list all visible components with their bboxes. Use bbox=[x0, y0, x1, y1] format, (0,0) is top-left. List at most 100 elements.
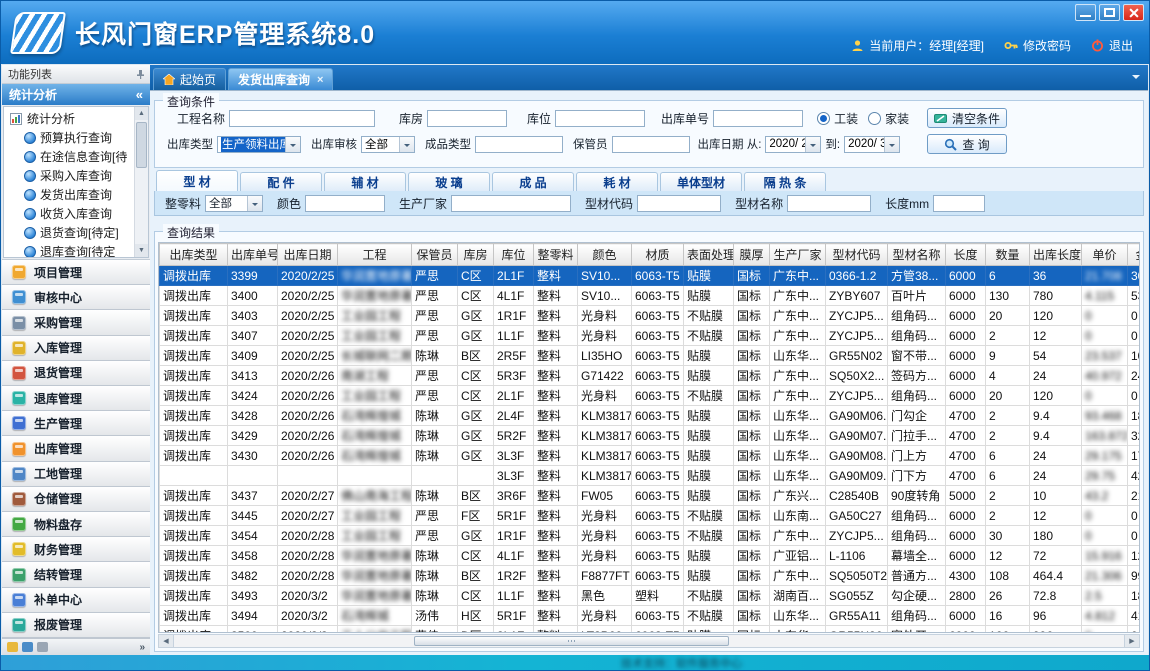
profile-name-input[interactable] bbox=[787, 195, 871, 212]
material-tab[interactable]: 成 品 bbox=[492, 172, 574, 191]
scroll-down-icon[interactable]: ▼ bbox=[135, 244, 148, 257]
tree-scrollbar-thumb[interactable] bbox=[136, 122, 147, 168]
table-row[interactable]: 调拨出库34292020/2/26石湾辉煌城陈琳G区5R2F整料KLM38176… bbox=[160, 426, 1141, 446]
location-input[interactable] bbox=[555, 110, 645, 127]
column-header[interactable]: 生产厂家 bbox=[770, 244, 826, 266]
window-icon[interactable] bbox=[37, 642, 48, 652]
material-tab[interactable]: 玻 璃 bbox=[408, 172, 490, 191]
column-header[interactable]: 型材代码 bbox=[826, 244, 888, 266]
date-from-picker[interactable]: 2020/ 2/16 bbox=[765, 136, 821, 153]
table-row[interactable]: 调拨出库34372020/2/27佛山南海工程陈琳B区3R6F整料FW05606… bbox=[160, 486, 1141, 506]
scroll-up-icon[interactable]: ▲ bbox=[135, 107, 148, 120]
column-header[interactable]: 材质 bbox=[632, 244, 684, 266]
product-type-input[interactable] bbox=[475, 136, 563, 153]
material-tab[interactable]: 单体型材 bbox=[660, 172, 742, 191]
column-header[interactable]: 出库单号 bbox=[228, 244, 278, 266]
tree-item[interactable]: 退库查询[待定 bbox=[4, 242, 148, 258]
table-row[interactable]: 调拨出库34132020/2/26南湖工程严思C区5R3F整料G71422606… bbox=[160, 366, 1141, 386]
column-header[interactable]: 单价 bbox=[1082, 244, 1128, 266]
tab-list-arrow-icon[interactable] bbox=[1132, 75, 1140, 83]
tree-root[interactable]: 统计分析 bbox=[4, 109, 148, 128]
sidebar-section-header[interactable]: 统计分析 « bbox=[2, 84, 150, 105]
material-tab[interactable]: 配 件 bbox=[240, 172, 322, 191]
column-header[interactable]: 膜厚 bbox=[734, 244, 770, 266]
sidebar-menu-item[interactable]: 仓储管理 bbox=[2, 487, 150, 512]
search-button[interactable]: 查 询 bbox=[927, 134, 1007, 154]
table-row[interactable]: 调拨出库34932020/3/2华润置地原著陈琳C区1L1F整料黑色塑料不贴膜国… bbox=[160, 586, 1141, 606]
chevron-right-icon[interactable]: » bbox=[139, 642, 145, 653]
scrollbar-thumb[interactable] bbox=[414, 636, 730, 646]
column-header[interactable]: 数量 bbox=[986, 244, 1030, 266]
table-row[interactable]: 调拨出库33992020/2/25华润置地原著严思C区2L1F整料SV10...… bbox=[160, 266, 1141, 286]
sidebar-menu-item[interactable]: 结转管理 bbox=[2, 562, 150, 587]
table-row[interactable]: 调拨出库34092020/2/25长城联网二期陈琳B区2R5F整料LI35HO6… bbox=[160, 346, 1141, 366]
sidebar-menu-item[interactable]: 项目管理 bbox=[2, 260, 150, 285]
sidebar-menu-item[interactable]: 审核中心 bbox=[2, 285, 150, 310]
tab-outbound-query[interactable]: 发货出库查询 × bbox=[228, 68, 333, 90]
sidebar-menu-item[interactable]: 工地管理 bbox=[2, 462, 150, 487]
sidebar-menu-item[interactable]: 采购管理 bbox=[2, 310, 150, 335]
change-password-button[interactable]: 修改密码 bbox=[1004, 37, 1071, 54]
order-no-input[interactable] bbox=[713, 110, 803, 127]
tree-item[interactable]: 退货查询[待定] bbox=[4, 223, 148, 242]
horizontal-scrollbar[interactable]: ◀ ▶ bbox=[158, 634, 1140, 648]
table-row[interactable]: 调拨出库34582020/2/28华润置地原著陈琳C区4L1F整料光身料6063… bbox=[160, 546, 1141, 566]
tab-close-icon[interactable]: × bbox=[317, 74, 323, 86]
table-row[interactable]: 调拨出库34072020/2/25工业园工程严思G区1L1F整料光身料6063-… bbox=[160, 326, 1141, 346]
tree-scrollbar[interactable]: ▲ ▼ bbox=[134, 107, 148, 257]
table-row[interactable]: 调拨出库34452020/2/27工业园工程严思F区5R1F整料光身料6063-… bbox=[160, 506, 1141, 526]
column-header[interactable]: 工程 bbox=[338, 244, 412, 266]
sidebar-menu-item[interactable]: 入库管理 bbox=[2, 336, 150, 361]
sidebar-menu-item[interactable]: 退货管理 bbox=[2, 361, 150, 386]
column-header[interactable]: 金额 bbox=[1128, 244, 1141, 266]
table-row[interactable]: 调拨出库34002020/2/25华润置地原著严思C区4L1F整料SV10...… bbox=[160, 286, 1141, 306]
sidebar-menu-item[interactable]: 报废管理 bbox=[2, 613, 150, 638]
clear-conditions-button[interactable]: 清空条件 bbox=[927, 108, 1007, 128]
pin-icon[interactable] bbox=[136, 70, 145, 79]
column-header[interactable]: 表面处理 bbox=[684, 244, 734, 266]
maximize-button[interactable] bbox=[1099, 4, 1120, 21]
radio-gongzhuang[interactable]: 工装 bbox=[817, 110, 858, 127]
table-row[interactable]: 调拨出库34822020/2/28华润置地原著陈琳B区1R2F整料F8877FT… bbox=[160, 566, 1141, 586]
zhengling-select[interactable]: 全部 bbox=[205, 195, 263, 212]
column-header[interactable]: 库位 bbox=[494, 244, 534, 266]
collapse-icon[interactable]: « bbox=[136, 87, 143, 102]
column-header[interactable]: 出库长度 bbox=[1030, 244, 1082, 266]
color-input[interactable] bbox=[305, 195, 385, 212]
sidebar-menu-item[interactable]: 出库管理 bbox=[2, 436, 150, 461]
tab-home[interactable]: 起始页 bbox=[153, 68, 226, 90]
tree-item[interactable]: 采购入库查询 bbox=[4, 166, 148, 185]
table-row[interactable]: 调拨出库35002020/3/3工人公共工程曹佳D区3L1F整料LT3P6060… bbox=[160, 626, 1141, 634]
column-header[interactable]: 保管员 bbox=[412, 244, 458, 266]
tree-item[interactable]: 发货出库查询 bbox=[4, 185, 148, 204]
tree-item[interactable]: 收货入库查询 bbox=[4, 204, 148, 223]
column-header[interactable]: 整零料 bbox=[534, 244, 578, 266]
column-header[interactable]: 型材名称 bbox=[888, 244, 946, 266]
sidebar-menu-item[interactable]: 财务管理 bbox=[2, 537, 150, 562]
audit-select[interactable]: 全部 bbox=[361, 136, 415, 153]
column-header[interactable]: 长度 bbox=[946, 244, 986, 266]
maker-input[interactable] bbox=[451, 195, 571, 212]
table-row[interactable]: 调拨出库34242020/2/26工业园工程严思C区2L1F整料光身料6063-… bbox=[160, 386, 1141, 406]
column-header[interactable]: 库房 bbox=[458, 244, 494, 266]
date-to-picker[interactable]: 2020/ 3/16 bbox=[844, 136, 900, 153]
scroll-right-icon[interactable]: ▶ bbox=[1124, 635, 1139, 647]
profile-code-input[interactable] bbox=[637, 195, 721, 212]
folder-icon[interactable] bbox=[7, 642, 18, 652]
table-row[interactable]: 调拨出库34282020/2/26石湾辉煌城陈琳G区2L4F整料KLM38176… bbox=[160, 406, 1141, 426]
outbound-type-select[interactable]: 生产领料出库 bbox=[217, 136, 301, 153]
sidebar-menu-item[interactable]: 生产管理 bbox=[2, 411, 150, 436]
material-tab[interactable]: 型 材 bbox=[156, 170, 238, 191]
scroll-left-icon[interactable]: ◀ bbox=[159, 635, 174, 647]
tree-item[interactable]: 预算执行查询 bbox=[4, 128, 148, 147]
table-row[interactable]: 调拨出库34302020/2/26石湾辉煌城陈琳G区3L3F整料KLM38176… bbox=[160, 446, 1141, 466]
logout-button[interactable]: 退出 bbox=[1091, 37, 1133, 54]
radio-jiazhuang[interactable]: 家装 bbox=[868, 110, 909, 127]
material-tab[interactable]: 耗 材 bbox=[576, 172, 658, 191]
warehouse-input[interactable] bbox=[427, 110, 507, 127]
sidebar-menu-item[interactable]: 补单中心 bbox=[2, 588, 150, 613]
sidebar-menu-item[interactable]: 物料盘存 bbox=[2, 512, 150, 537]
keeper-input[interactable] bbox=[612, 136, 690, 153]
column-header[interactable]: 颜色 bbox=[578, 244, 632, 266]
column-header[interactable]: 出库日期 bbox=[278, 244, 338, 266]
